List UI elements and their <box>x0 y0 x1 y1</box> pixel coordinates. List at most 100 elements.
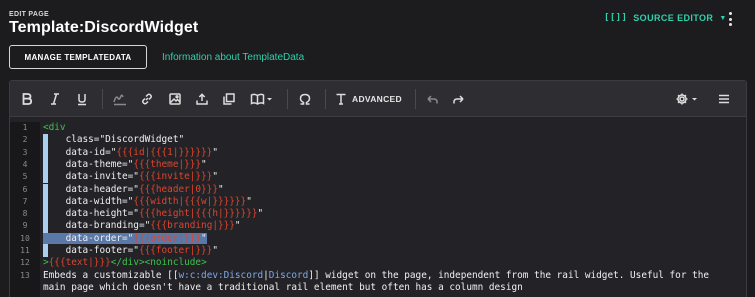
code-line: 9 data-branding="{{{branding|}}}" <box>10 220 746 233</box>
code-token: {{{id|{{{1|}}}}}} <box>116 146 213 158</box>
code-token: {{{text|}}} <box>48 257 111 269</box>
code-token: " <box>201 158 207 170</box>
code-token: " <box>234 220 241 232</box>
code-line: 1 <div <box>10 122 746 134</box>
code-text: main page which doesn't have a tradition… <box>43 282 523 294</box>
line-number: 1 <box>22 123 28 132</box>
code-line: 13 Embeds a customizable [[w:c:dev:Discor… <box>10 270 746 282</box>
code-line: 10 data-order="{{{order|}}}" <box>10 232 746 245</box>
code-token: " <box>257 208 264 220</box>
signature-icon[interactable] <box>110 88 130 110</box>
templatedata-info-link[interactable]: Information about TemplateData <box>162 52 304 63</box>
source-editor-label: SOURCE EDITOR <box>633 13 714 23</box>
line-number: 10 <box>20 233 30 243</box>
code-token: w:c:dev:Discord <box>178 269 264 281</box>
code-token: data-id=" <box>43 146 117 158</box>
line-number: 2 <box>22 135 28 145</box>
line-number: 9 <box>22 221 28 231</box>
code-area[interactable]: 1 <div 2 class="DiscordWidget" 3 data-id="{… <box>10 122 746 297</box>
code-token: <div <box>43 122 66 133</box>
code-token: " <box>246 195 252 207</box>
code-text: data-id="{{{id|{{{1|}}}}}}" <box>43 147 218 159</box>
undo-icon[interactable] <box>422 88 442 110</box>
code-token: {{{branding|}}} <box>150 220 235 232</box>
image-icon[interactable] <box>165 88 185 110</box>
bold-icon[interactable] <box>18 88 36 110</box>
code-text: data-header="{{{header|0}}}" <box>43 184 224 196</box>
gallery-icon[interactable] <box>219 88 239 110</box>
line-number: 3 <box>22 147 28 157</box>
code-text: class="DiscordWidget" <box>43 134 185 146</box>
source-editor: ADVANCED 1 <div 2 class="DiscordWidget" 3 d… <box>9 80 747 297</box>
code-token: " <box>217 183 224 195</box>
page-title: Template:DiscordWidget <box>9 19 199 36</box>
code-token: data-height=" <box>43 208 139 220</box>
code-token: {{{invite|}}} <box>138 171 213 183</box>
line-number: 7 <box>22 196 28 206</box>
code-token: data-invite=" <box>43 171 139 183</box>
source-editor-switcher[interactable]: [[]] SOURCE EDITOR ▼ <box>604 13 727 23</box>
line-number: 4 <box>22 159 28 169</box>
code-token: " <box>201 232 207 244</box>
code-text: data-order="{{{order|}}}" <box>43 232 207 245</box>
redo-icon[interactable] <box>449 88 469 110</box>
advanced-button[interactable]: ADVANCED <box>335 88 405 110</box>
code-line: 3 data-id="{{{id|{{{1|}}}}}}" <box>10 146 746 159</box>
italic-icon[interactable] <box>46 88 64 110</box>
code-line: 8 data-height="{{{height|{{{h|}}}}}}" <box>10 208 746 221</box>
code-text: <div <box>43 122 66 134</box>
line-number: 6 <box>22 184 28 194</box>
upload-icon[interactable] <box>192 88 212 110</box>
code-token: {{{footer|}}} <box>138 245 213 256</box>
advanced-label: ADVANCED <box>352 94 402 104</box>
code-line: 12 >{{{text|}}}</div><noinclude> <box>10 257 746 269</box>
link-icon[interactable] <box>137 88 157 110</box>
code-line: 6 data-header="{{{header|0}}}" <box>10 183 746 196</box>
code-token: {{{header|0}}} <box>138 183 218 195</box>
code-token: Embeds a customizable [[ <box>43 269 179 281</box>
code-text: data-footer="{{{footer|}}}" <box>43 245 218 257</box>
code-token: data-theme=" <box>43 158 134 170</box>
line-number: 5 <box>22 172 28 182</box>
line-number: 11 <box>20 246 30 255</box>
code-token: class="DiscordWidget" <box>43 134 185 146</box>
code-text: >{{{text|}}}</div><noinclude> <box>43 257 207 269</box>
code-token: data-width=" <box>43 195 134 207</box>
book-icon[interactable] <box>247 88 277 110</box>
code-token: data-order=" <box>43 232 134 244</box>
code-token: data-branding=" <box>43 220 151 232</box>
underline-icon[interactable] <box>73 88 91 110</box>
code-text: data-theme="{{{theme|}}}" <box>43 159 207 171</box>
code-line: 4 data-theme="{{{theme|}}}" <box>10 158 746 172</box>
more-options-icon[interactable] <box>725 12 735 26</box>
code-token: {{{theme|}}} <box>133 158 202 170</box>
code-token: {{{width|{{{w|}}}}}} <box>133 195 247 207</box>
code-text: data-width="{{{width|{{{w|}}}}}}" <box>43 196 252 208</box>
code-text: Embeds a customizable [[w:c:dev:Discord|… <box>43 270 709 282</box>
settings-icon[interactable] <box>674 88 702 110</box>
manage-templatedata-button[interactable]: MANAGE TEMPLATEDATA <box>9 45 147 69</box>
code-text: data-branding="{{{branding|}}}" <box>43 220 241 232</box>
code-line: 7 data-width="{{{width|{{{w|}}}}}}" <box>10 195 746 209</box>
line-number: 8 <box>22 209 28 219</box>
editor-toolbar: ADVANCED <box>10 81 746 117</box>
brackets-icon: [[]] <box>604 13 628 23</box>
code-line: 2 class="DiscordWidget" <box>10 134 746 147</box>
special-characters-icon[interactable] <box>295 88 315 110</box>
code-token: " <box>212 171 218 183</box>
edit-page-label: EDIT PAGE <box>9 11 49 18</box>
code-line: 5 data-invite="{{{invite|}}}" <box>10 171 746 184</box>
code-token: {{{height|{{{h|}}}}}} <box>138 208 258 220</box>
code-token: " <box>212 245 218 256</box>
code-text: data-invite="{{{invite|}}}" <box>43 171 218 183</box>
code-token: Discord <box>268 269 309 281</box>
code-token: main page which doesn't have a tradition… <box>43 281 523 293</box>
line-number: 13 <box>20 270 30 280</box>
text-format-icon <box>336 93 346 105</box>
menu-icon[interactable] <box>714 88 734 110</box>
code-token: </div> <box>110 257 145 269</box>
code-line: main page which doesn't have a tradition… <box>10 282 746 294</box>
code-token: {{{order|}}} <box>133 232 202 244</box>
line-number: 12 <box>20 258 30 268</box>
code-text: data-height="{{{height|{{{h|}}}}}}" <box>43 208 264 220</box>
